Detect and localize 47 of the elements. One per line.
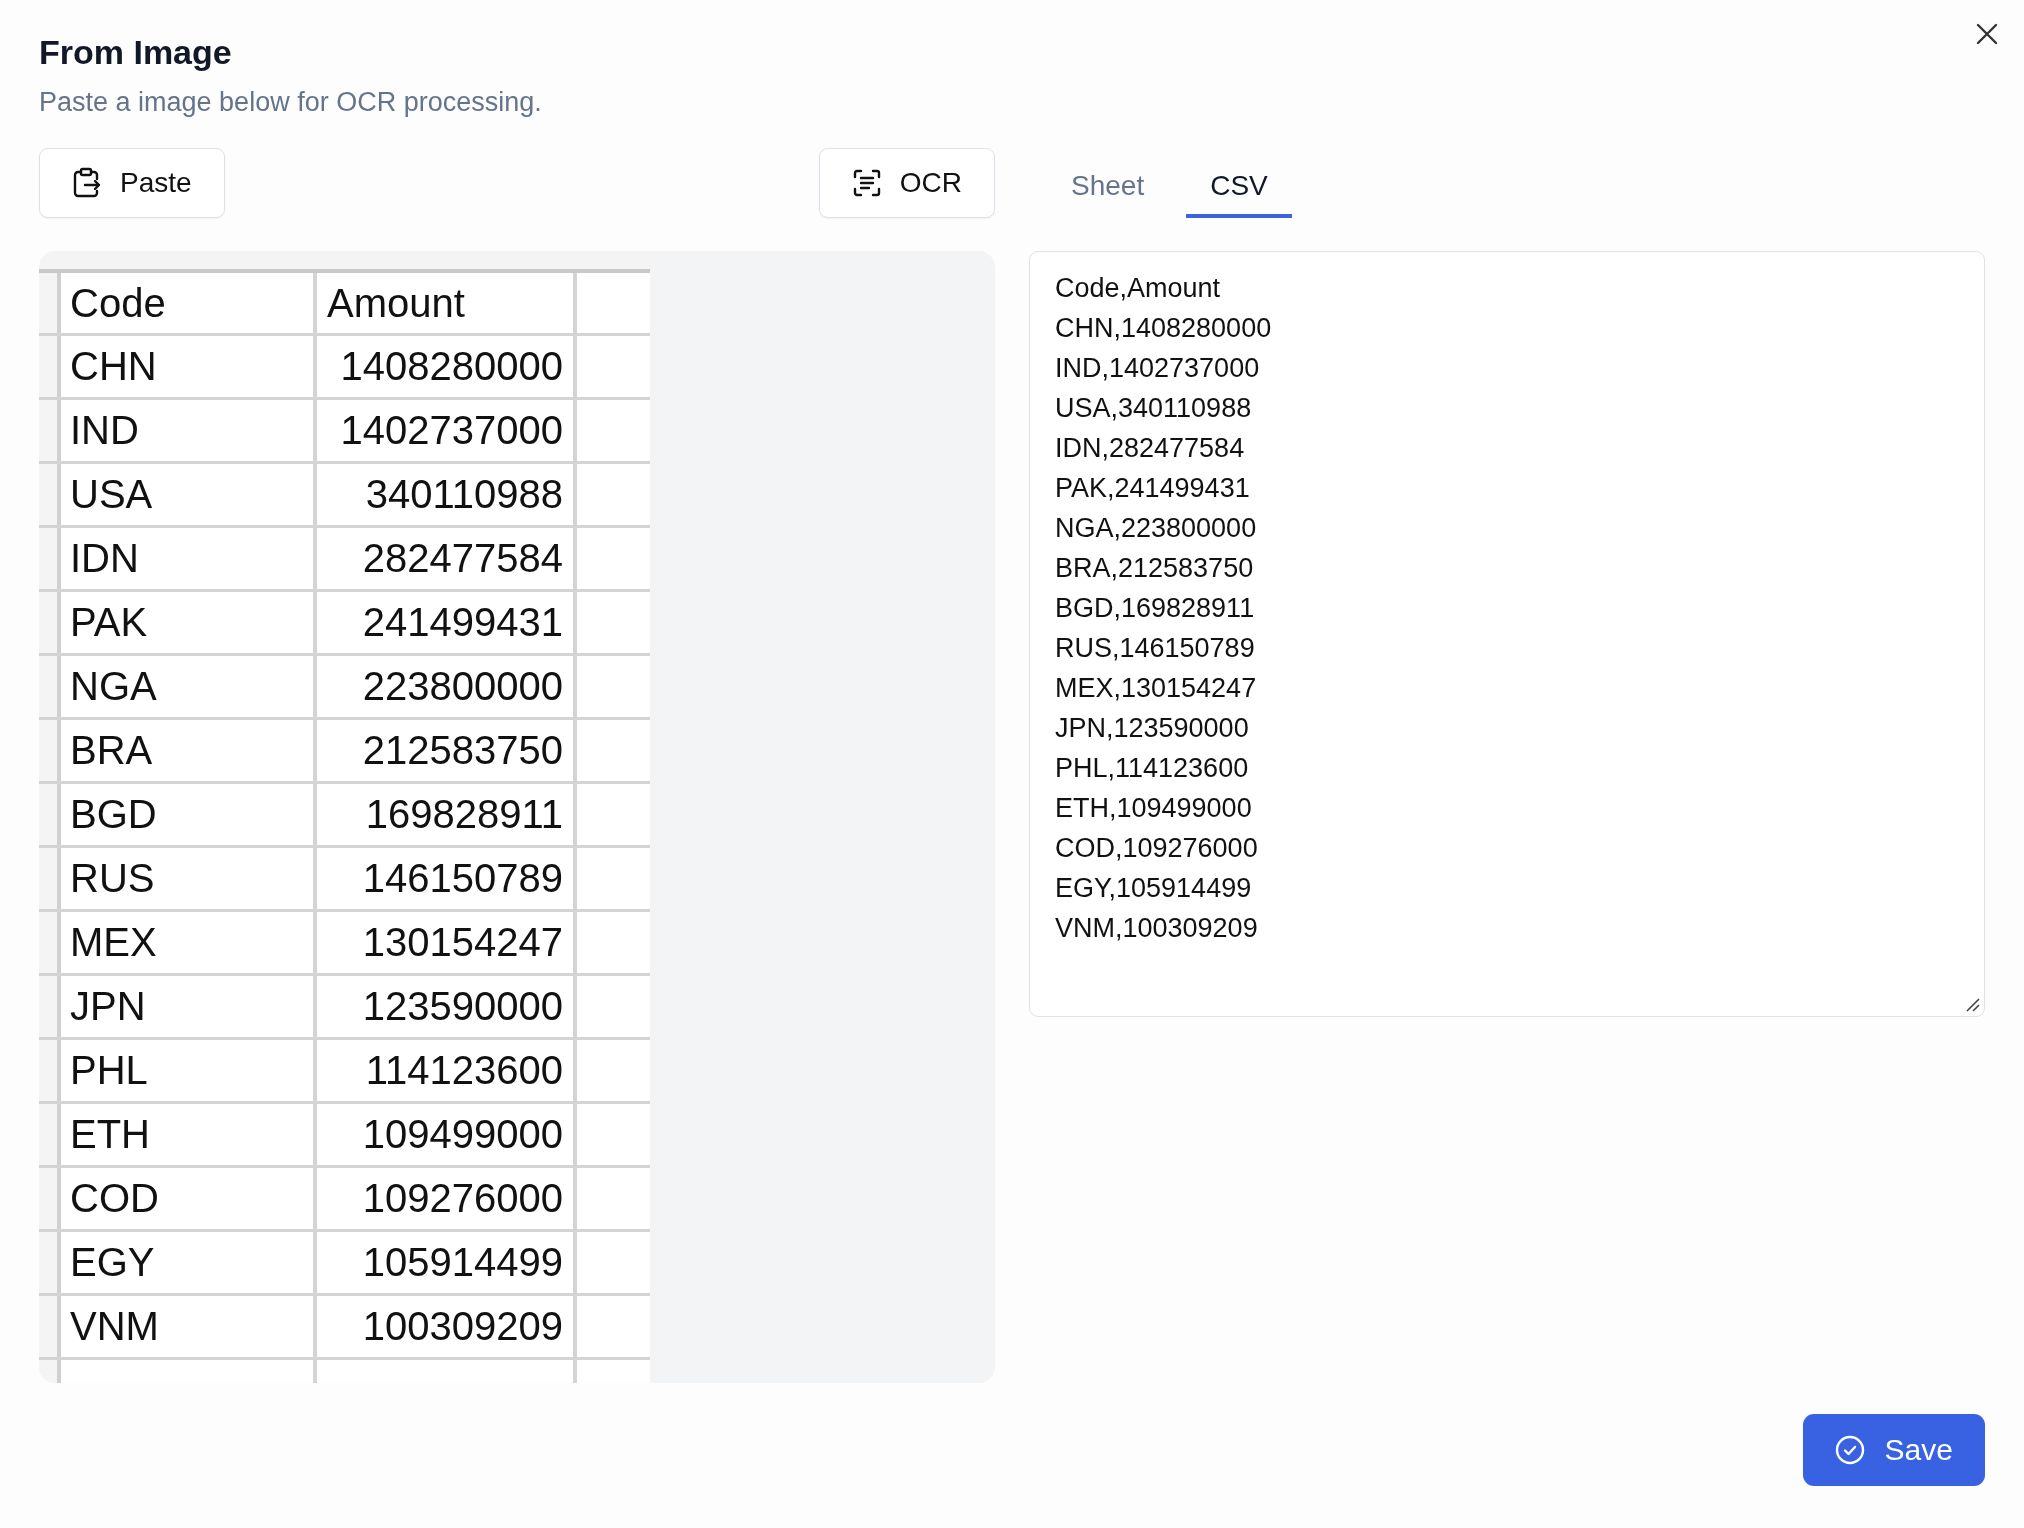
sheet-cell: 1408280000 — [317, 336, 577, 397]
sheet-cell: 212583750 — [317, 720, 577, 781]
csv-text-field[interactable]: Code,Amount CHN,1408280000 IND,1402737000 USA,340110988 IDN,282477584 PAK,241499431 NGA,223800000 BRA,212583750 BGD,169828911 RUS,146150789 MEX,130154247 JPN,123590000 PHL,114123600 ETH,109499000 COD,109276000 EGY,105914499 VNM,100309209 — [1029, 251, 1985, 1017]
sheet-cell: 109276000 — [317, 1168, 577, 1229]
sheet-cell: ETH — [61, 1104, 317, 1165]
sheet-cell: 105914499 — [317, 1232, 577, 1293]
sheet-cell: IND — [61, 400, 317, 461]
tab[interactable]: Sheet — [1047, 170, 1169, 218]
sheet-cell: 1402737000 — [317, 400, 577, 461]
dialog-title: From Image — [39, 32, 233, 73]
sheet-cell: 223800000 — [317, 656, 577, 717]
sheet-cell: IDN — [61, 528, 317, 589]
sheet-cell: USA — [61, 464, 317, 525]
sheet-cell: JPN — [61, 976, 317, 1037]
save-button[interactable]: Save — [1802, 1414, 1985, 1486]
sheet-cell: MEX — [61, 912, 317, 973]
sheet-cell: NGA — [61, 656, 317, 717]
sheet-cell: 109499000 — [317, 1104, 577, 1165]
sheet-cell: RUS — [61, 848, 317, 909]
sheet-cell: BGD — [61, 784, 317, 845]
sheet-cell: 282477584 — [317, 528, 577, 589]
sheet-cell: 114123600 — [317, 1040, 577, 1101]
sheet-cell: BRA — [61, 720, 317, 781]
sheet-cell: 340110988 — [317, 464, 577, 525]
sheet-cell: 130154247 — [317, 912, 577, 973]
tab[interactable]: CSV — [1186, 170, 1292, 218]
close-icon[interactable] — [1976, 23, 1998, 45]
dialog-subtitle: Paste a image below for OCR processing. — [39, 86, 543, 119]
sheet-cell: 100309209 — [317, 1296, 577, 1357]
resize-grip-icon — [1966, 998, 1980, 1012]
paste-button[interactable]: Paste — [39, 148, 225, 218]
sheet-cell: PAK — [61, 592, 317, 653]
sheet-cell: 146150789 — [317, 848, 577, 909]
sheet-cell: 241499431 — [317, 592, 577, 653]
sheet-header-cell: Amount — [317, 273, 577, 333]
scan-text-icon — [851, 168, 882, 198]
sheet-cell: VNM — [61, 1296, 317, 1357]
ocr-button[interactable]: OCR — [818, 148, 995, 218]
sheet-cell: EGY — [61, 1232, 317, 1293]
sheet-cell: CHN — [61, 336, 317, 397]
sheet-cell: PHL — [61, 1040, 317, 1101]
sheet-cell: COD — [61, 1168, 317, 1229]
check-circle-icon — [1834, 1435, 1865, 1465]
sheet-cell: 169828911 — [317, 784, 577, 845]
clipboard-icon — [72, 167, 102, 199]
sheet-cell: 123590000 — [317, 976, 577, 1037]
sheet-header-cell: Code — [61, 273, 317, 333]
